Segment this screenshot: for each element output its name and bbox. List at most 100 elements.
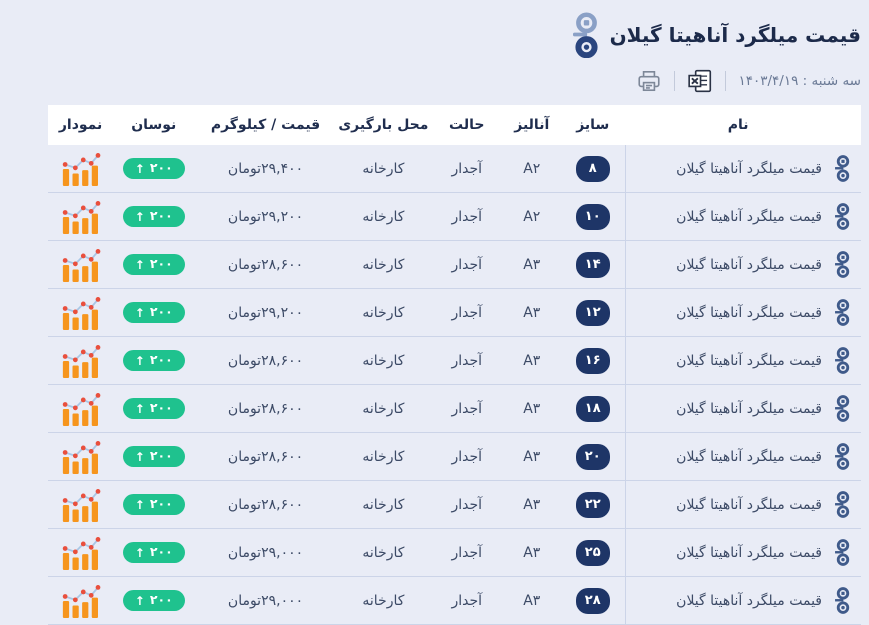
row-name-cell[interactable]: قیمت میلگرد آناهیتا گیلان bbox=[625, 385, 861, 432]
chart-cell[interactable] bbox=[48, 289, 113, 336]
table-row[interactable]: قیمت میلگرد آناهیتا گیلان ۲۵ A۳ آجدار کا… bbox=[48, 529, 861, 577]
mini-bar-chart-icon[interactable] bbox=[61, 392, 101, 426]
price-cell: ۲۸,۶۰۰تومان bbox=[194, 337, 336, 384]
chart-cell[interactable] bbox=[48, 385, 113, 432]
size-cell: ۲۰ bbox=[560, 433, 625, 480]
price-cell: ۲۹,۲۰۰تومان bbox=[194, 193, 336, 240]
excel-export-button[interactable] bbox=[687, 68, 713, 94]
analysis-cell: A۲ bbox=[503, 193, 560, 240]
state-cell: آجدار bbox=[430, 577, 503, 624]
product-name[interactable]: قیمت میلگرد آناهیتا گیلان bbox=[676, 401, 822, 417]
row-name-cell[interactable]: قیمت میلگرد آناهیتا گیلان bbox=[625, 529, 861, 576]
state-cell: آجدار bbox=[430, 529, 503, 576]
product-name[interactable]: قیمت میلگرد آناهیتا گیلان bbox=[676, 305, 822, 321]
price-value: ۲۸,۶۰۰ bbox=[261, 353, 303, 369]
fluctuation-cell: ۲۰۰ ↑ bbox=[113, 193, 194, 240]
mini-bar-chart-icon[interactable] bbox=[61, 584, 101, 618]
product-name[interactable]: قیمت میلگرد آناهیتا گیلان bbox=[676, 545, 822, 561]
product-name[interactable]: قیمت میلگرد آناهیتا گیلان bbox=[676, 353, 822, 369]
location-cell: کارخانه bbox=[337, 481, 430, 528]
rebar-product-icon bbox=[835, 491, 851, 518]
table-row[interactable]: قیمت میلگرد آناهیتا گیلان ۲۲ A۳ آجدار کا… bbox=[48, 481, 861, 529]
rebar-product-icon bbox=[835, 299, 851, 326]
fluctuation-value: ۲۰۰ bbox=[150, 162, 173, 175]
product-name[interactable]: قیمت میلگرد آناهیتا گیلان bbox=[676, 497, 822, 513]
price-unit: تومان bbox=[228, 449, 261, 465]
table-row[interactable]: قیمت میلگرد آناهیتا گیلان ۲۰ A۳ آجدار کا… bbox=[48, 433, 861, 481]
size-cell: ۲۸ bbox=[560, 577, 625, 624]
row-name-cell[interactable]: قیمت میلگرد آناهیتا گیلان bbox=[625, 577, 861, 624]
chart-cell[interactable] bbox=[48, 433, 113, 480]
row-name-cell[interactable]: قیمت میلگرد آناهیتا گیلان bbox=[625, 433, 861, 480]
row-name-cell[interactable]: قیمت میلگرد آناهیتا گیلان bbox=[625, 193, 861, 240]
chart-cell[interactable] bbox=[48, 337, 113, 384]
mini-bar-chart-icon[interactable] bbox=[61, 200, 101, 234]
price-cell: ۲۸,۶۰۰تومان bbox=[194, 385, 336, 432]
row-name-cell[interactable]: قیمت میلگرد آناهیتا گیلان bbox=[625, 481, 861, 528]
mini-bar-chart-icon[interactable] bbox=[61, 440, 101, 474]
product-name[interactable]: قیمت میلگرد آناهیتا گیلان bbox=[676, 257, 822, 273]
product-name[interactable]: قیمت میلگرد آناهیتا گیلان bbox=[676, 209, 822, 225]
excel-icon bbox=[687, 68, 713, 94]
fluctuation-cell: ۲۰۰ ↑ bbox=[113, 337, 194, 384]
table-row[interactable]: قیمت میلگرد آناهیتا گیلان ۱۸ A۳ آجدار کا… bbox=[48, 385, 861, 433]
size-badge: ۱۶ bbox=[576, 348, 610, 374]
chart-cell[interactable] bbox=[48, 529, 113, 576]
state-cell: آجدار bbox=[430, 337, 503, 384]
table-row[interactable]: قیمت میلگرد آناهیتا گیلان ۱۴ A۳ آجدار کا… bbox=[48, 241, 861, 289]
table-row[interactable]: قیمت میلگرد آناهیتا گیلان ۱۲ A۳ آجدار کا… bbox=[48, 289, 861, 337]
size-badge: ۸ bbox=[576, 156, 610, 182]
date-label: سه شنبه : ۱۴۰۳/۴/۱۹ bbox=[738, 73, 861, 89]
arrow-up-icon: ↑ bbox=[135, 595, 145, 607]
price-value: ۲۸,۶۰۰ bbox=[261, 401, 303, 417]
mini-bar-chart-icon[interactable] bbox=[61, 488, 101, 522]
row-name-cell[interactable]: قیمت میلگرد آناهیتا گیلان bbox=[625, 241, 861, 288]
size-cell: ۱۸ bbox=[560, 385, 625, 432]
chart-cell[interactable] bbox=[48, 481, 113, 528]
table-row[interactable]: قیمت میلگرد آناهیتا گیلان ۱۰ A۲ آجدار کا… bbox=[48, 193, 861, 241]
product-name[interactable]: قیمت میلگرد آناهیتا گیلان bbox=[676, 449, 822, 465]
price-text: ۲۹,۰۰۰تومان bbox=[228, 593, 303, 609]
chart-cell[interactable] bbox=[48, 577, 113, 624]
rebar-product-icon bbox=[835, 251, 851, 278]
product-name[interactable]: قیمت میلگرد آناهیتا گیلان bbox=[676, 593, 822, 609]
price-unit: تومان bbox=[228, 353, 261, 369]
fluctuation-badge: ۲۰۰ ↑ bbox=[123, 590, 185, 611]
price-unit: تومان bbox=[228, 257, 261, 273]
price-text: ۲۹,۲۰۰تومان bbox=[228, 305, 303, 321]
row-name-cell[interactable]: قیمت میلگرد آناهیتا گیلان bbox=[625, 145, 861, 192]
mini-bar-chart-icon[interactable] bbox=[61, 344, 101, 378]
price-text: ۲۹,۴۰۰تومان bbox=[228, 161, 303, 177]
mini-bar-chart-icon[interactable] bbox=[61, 296, 101, 330]
row-name-cell[interactable]: قیمت میلگرد آناهیتا گیلان bbox=[625, 289, 861, 336]
header-location: محل بارگیری bbox=[337, 117, 430, 133]
print-button[interactable] bbox=[636, 68, 662, 94]
fluctuation-value: ۲۰۰ bbox=[150, 306, 173, 319]
size-badge: ۲۲ bbox=[576, 492, 610, 518]
mini-bar-chart-icon[interactable] bbox=[61, 248, 101, 282]
page-header: قیمت میلگرد آناهیتا گیلان سه شنبه : ۱۴۰۳… bbox=[0, 0, 869, 95]
header-name: نام bbox=[625, 117, 861, 133]
chart-cell[interactable] bbox=[48, 193, 113, 240]
rebar-product-icon bbox=[835, 395, 851, 422]
table-row[interactable]: قیمت میلگرد آناهیتا گیلان ۱۶ A۳ آجدار کا… bbox=[48, 337, 861, 385]
analysis-cell: A۲ bbox=[503, 145, 560, 192]
price-value: ۲۹,۰۰۰ bbox=[261, 593, 303, 609]
size-badge: ۱۲ bbox=[576, 300, 610, 326]
fluctuation-cell: ۲۰۰ ↑ bbox=[113, 145, 194, 192]
mini-bar-chart-icon[interactable] bbox=[61, 152, 101, 186]
table-row[interactable]: قیمت میلگرد آناهیتا گیلان ۲۸ A۳ آجدار کا… bbox=[48, 577, 861, 625]
mini-bar-chart-icon[interactable] bbox=[61, 536, 101, 570]
chart-cell[interactable] bbox=[48, 241, 113, 288]
row-name-cell[interactable]: قیمت میلگرد آناهیتا گیلان bbox=[625, 337, 861, 384]
price-unit: تومان bbox=[228, 209, 261, 225]
table-row[interactable]: قیمت میلگرد آناهیتا گیلان ۸ A۲ آجدار کار… bbox=[48, 145, 861, 193]
state-cell: آجدار bbox=[430, 145, 503, 192]
fluctuation-value: ۲۰۰ bbox=[150, 546, 173, 559]
state-cell: آجدار bbox=[430, 241, 503, 288]
chart-cell[interactable] bbox=[48, 145, 113, 192]
fluctuation-value: ۲۰۰ bbox=[150, 258, 173, 271]
product-name[interactable]: قیمت میلگرد آناهیتا گیلان bbox=[676, 161, 822, 177]
size-cell: ۲۵ bbox=[560, 529, 625, 576]
price-cell: ۲۹,۰۰۰تومان bbox=[194, 577, 336, 624]
